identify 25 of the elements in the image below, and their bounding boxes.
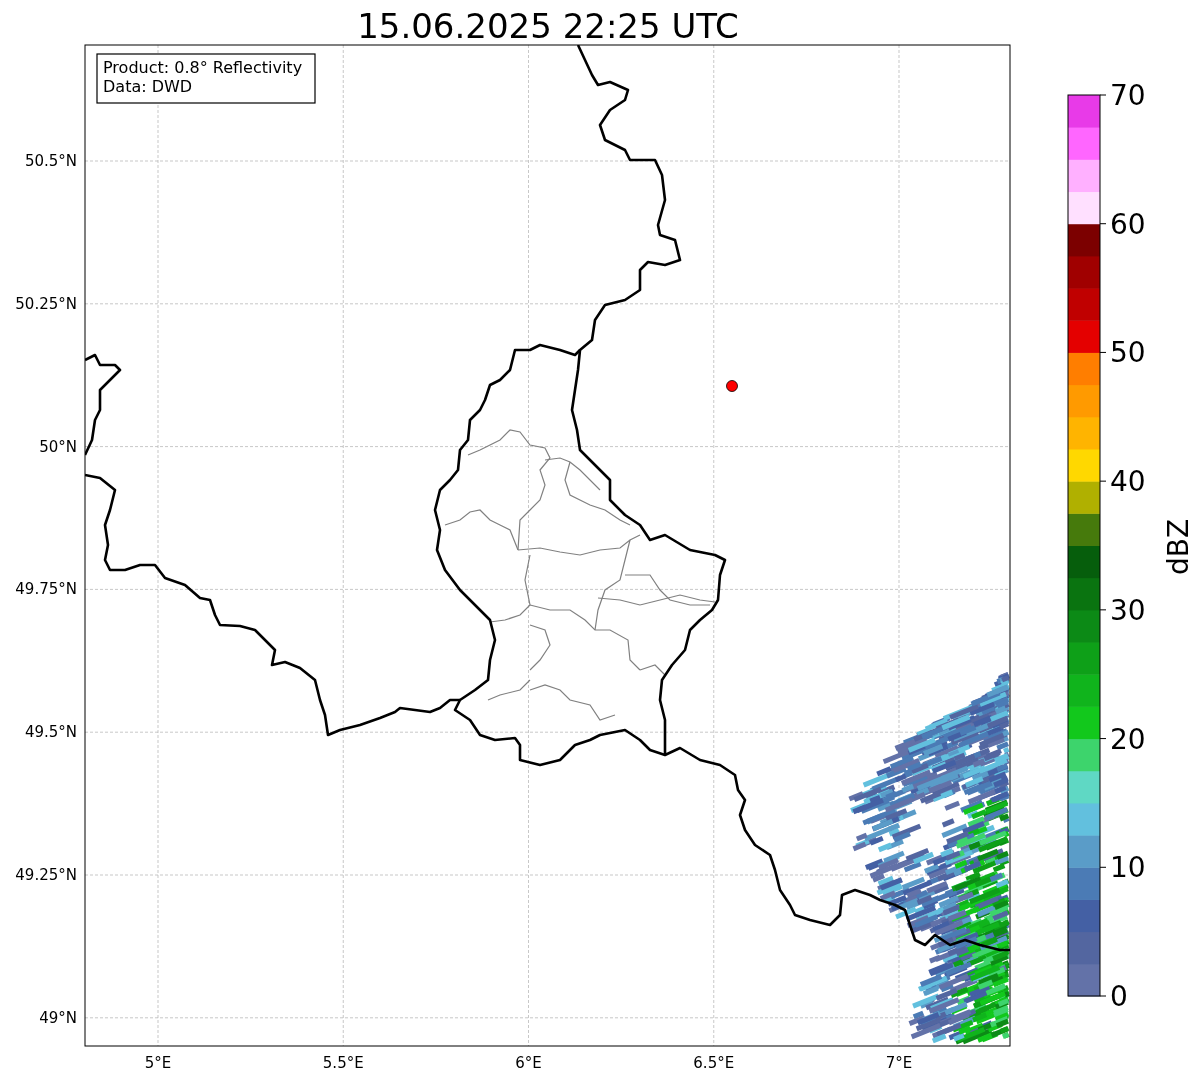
colorbar-tick-label: 20 bbox=[1110, 722, 1146, 756]
radar-site-marker bbox=[726, 380, 738, 392]
colorbar-tick-label: 70 bbox=[1110, 79, 1146, 112]
colorbar-tick-label: 0 bbox=[1110, 980, 1128, 1013]
colorbar-tick-label: 10 bbox=[1110, 851, 1146, 885]
chart-title: 15.06.2025 22:25 UTC bbox=[357, 6, 739, 46]
longitude-label: 5°E bbox=[144, 1054, 172, 1072]
colorbar-tick-label: 40 bbox=[1110, 465, 1146, 499]
latitude-label: 49.5°N bbox=[24, 723, 77, 742]
info-text: Data: DWD bbox=[103, 77, 193, 96]
colorbar-label: dBZ bbox=[1162, 518, 1195, 576]
latitude-label: 50.25°N bbox=[15, 294, 77, 313]
longitude-label: 6.5°E bbox=[693, 1054, 735, 1072]
longitude-label: 7°E bbox=[885, 1054, 913, 1072]
latitude-label: 50.5°N bbox=[24, 152, 77, 170]
colorbar-tick-label: 60 bbox=[1110, 207, 1146, 241]
latitude-label: 49.25°N bbox=[15, 866, 77, 884]
longitude-label: 6°E bbox=[515, 1054, 542, 1072]
latitude-label: 49°N bbox=[39, 1008, 77, 1027]
latitude-label: 49.75°N bbox=[15, 580, 77, 599]
latitude-label: 50°N bbox=[39, 437, 77, 456]
colorbar-tick-label: 30 bbox=[1110, 593, 1146, 627]
colorbar-tick-label: 50 bbox=[1110, 336, 1146, 370]
longitude-label: 5.5°E bbox=[322, 1054, 364, 1072]
info-text: Product: 0.8° Reflectivity bbox=[103, 58, 303, 77]
